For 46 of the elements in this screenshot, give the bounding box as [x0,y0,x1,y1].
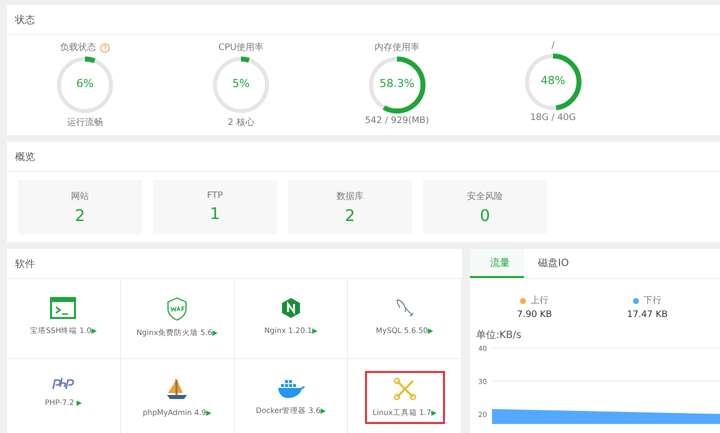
hexagon-icon [280,297,301,319]
stat-label: 上行 [530,294,548,307]
gauge-value: 48% [540,74,566,87]
axis-unit-label: 单位:KB/s [476,328,522,342]
gauge-ring [524,53,582,111]
gauge-ring [212,56,270,114]
gauge-caption: 542 / 929(MB) [364,116,430,126]
gauge-value: 58.3% [378,77,416,90]
tile-count: 2 [344,206,356,224]
whale-icon [276,377,306,399]
gauge-value: 6% [75,77,95,90]
section-title: 软件 [15,258,35,270]
terminal-icon [50,297,76,319]
tile-label: 数据库 [336,190,364,202]
tile-count: 1 [210,204,220,223]
gauge-caption: 运行流畅 [67,116,103,129]
tile-label: 安全风险 [467,190,503,202]
gauge-value: 5% [231,77,251,90]
tools-icon [392,377,417,401]
shield-icon [166,297,188,321]
tile-label: 网站 [71,190,89,202]
gauge-ring [368,56,426,114]
stat-label: 下行 [643,295,662,307]
overview-tile[interactable]: 安全风险 0 [423,180,547,234]
stat-value: 7.90 KB [517,310,552,320]
gauge-label: CPU使用率 [218,42,264,54]
section-title: 概览 [15,150,35,164]
overview-tile[interactable]: 网站 2 [18,180,142,234]
gauge-caption: 2 核心 [228,116,254,129]
gauge-caption: 18G / 40G [530,113,576,123]
overview-tile[interactable]: 数据库 2 [288,180,412,234]
tab[interactable]: 流量 [470,249,524,278]
section-title: 状态 [15,14,35,26]
gauge-label: 负载状态 [60,42,96,54]
gauge-label: 内存使用率 [374,42,420,54]
stat-value: 17.47 KB [626,310,668,320]
tile-count: 2 [74,206,86,224]
tile-label: FTP [207,191,223,201]
gauge-label: / [551,41,555,51]
tab[interactable]: 磁盘IO [524,249,583,278]
overview-tile[interactable]: FTP 1 [153,180,277,234]
tile-count: 0 [480,206,490,224]
php-logo-icon [51,377,76,391]
sailboat-icon [165,377,190,401]
help-icon[interactable] [100,42,110,52]
gauge-ring [56,56,114,114]
